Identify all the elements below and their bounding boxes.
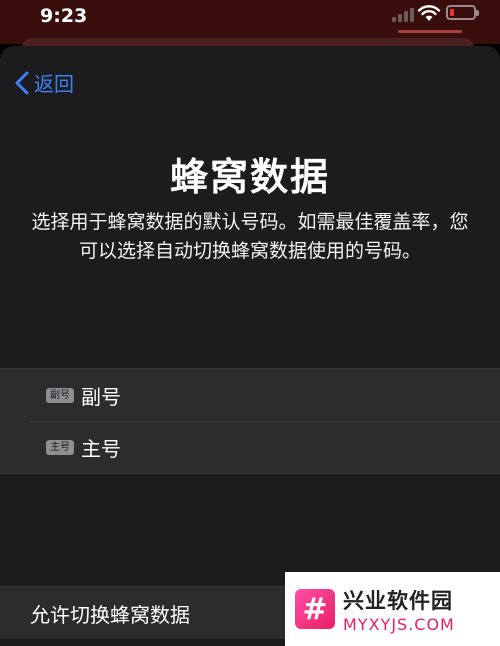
battery-low-icon: [446, 5, 479, 20]
line-list: 副号 副号 主号 主号: [0, 368, 500, 474]
watermark: # 兴业软件园 MYXYJS.COM: [285, 572, 500, 646]
grabber-line: [398, 30, 462, 33]
line-label: 主号: [81, 436, 121, 461]
watermark-logo: #: [295, 589, 335, 629]
line-option-primary[interactable]: 主号 主号: [0, 421, 500, 473]
line-badge: 副号: [46, 387, 74, 403]
page-title: 蜂窝数据: [169, 155, 330, 199]
cellular-data-sheet: 返回 蜂窝数据 选择用于蜂窝数据的默认号码。如需最佳覆盖率，您可以选择自动切换蜂…: [0, 46, 500, 646]
signal-icon: [392, 6, 416, 22]
line-badge: 主号: [46, 439, 74, 455]
back-button[interactable]: 返回: [14, 68, 74, 97]
line-label: 副号: [81, 384, 121, 409]
allow-switch-label: 允许切换蜂窝数据: [30, 602, 190, 627]
status-time: 9:23: [40, 5, 88, 27]
wifi-icon: [417, 5, 441, 21]
page-description: 选择用于蜂窝数据的默认号码。如需最佳覆盖率，您可以选择自动切换蜂窝数据使用的号码…: [31, 211, 469, 262]
chevron-left-icon: [15, 71, 29, 94]
watermark-url: MYXYJS.COM: [343, 614, 455, 634]
watermark-text: 兴业软件园 MYXYJS.COM: [343, 585, 455, 634]
line-option-secondary[interactable]: 副号 副号: [0, 369, 500, 421]
back-label: 返回: [34, 72, 74, 96]
watermark-name: 兴业软件园: [343, 588, 453, 613]
